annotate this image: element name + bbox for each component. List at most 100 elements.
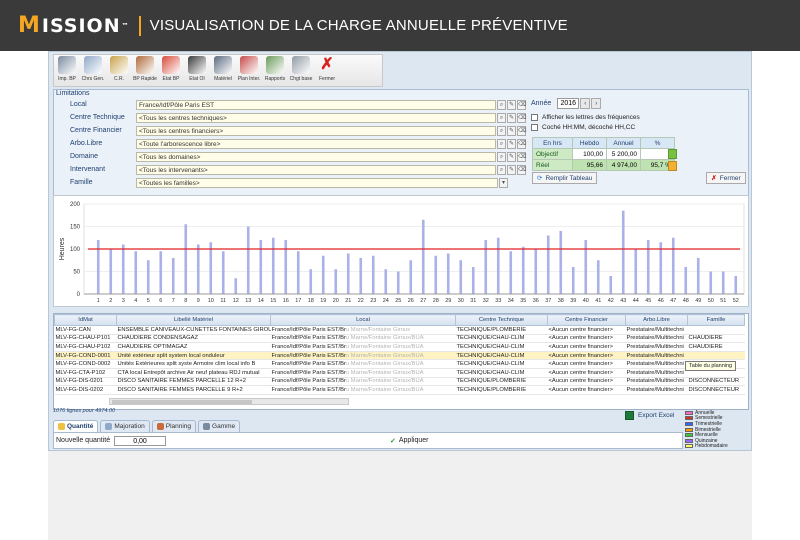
stats-reel-annuel: 4 974,00 [606, 159, 641, 171]
table-cell: France/Idf/Pôle Paris EST/Bru Marne/Font… [270, 351, 456, 361]
column-header[interactable]: Famille [687, 314, 745, 326]
column-header[interactable]: Local [270, 314, 456, 326]
annee-decrement-button[interactable]: ‹ [580, 98, 591, 109]
table-row[interactable]: MLV-FG-CAN ENSEMBLE CANIVEAUX-CUNETTES FO… [54, 325, 745, 335]
filter-input[interactable]: <Toute l'arborescence libre> [136, 138, 496, 149]
table-row[interactable]: MLV-FG-DIS-0201 DISCO SANITAIRE FEMMES PA… [54, 377, 745, 387]
column-header[interactable]: Centre Financier [547, 314, 626, 326]
eraser-icon[interactable]: ⌫ [517, 164, 526, 175]
table-row[interactable]: MLV-FG-CHAU-P101 CHAUDIERE CONDENSAGAZ Fra… [54, 334, 745, 344]
tab-icon [105, 423, 113, 430]
edit-icon[interactable]: ✎ [507, 151, 516, 162]
remplir-tableau-button[interactable]: ⟳ Remplir Tableau [532, 172, 598, 184]
legend-swatch [685, 410, 693, 415]
reel-play-button[interactable] [668, 161, 677, 171]
x-tick-label: 18 [308, 298, 314, 304]
eraser-icon[interactable]: ⌫ [517, 138, 526, 149]
edit-icon[interactable]: ✎ [507, 164, 516, 175]
toolbar-button-plane[interactable]: Chrs Gen. [80, 55, 106, 86]
toolbar-button-edit[interactable]: C.R. [106, 55, 132, 86]
table-cell: France/Idf/Pôle Paris EST/Bru Marne/Font… [270, 385, 456, 395]
eraser-icon[interactable]: ⌫ [517, 99, 526, 110]
checkbox-frequences-box[interactable] [531, 114, 538, 121]
filter-input[interactable]: <Tous les centres financiers> [136, 125, 496, 136]
appliquer-button[interactable]: ✓ Appliquer [390, 437, 428, 445]
eraser-icon[interactable]: ⌫ [517, 112, 526, 123]
edit-icon[interactable]: ✎ [507, 112, 516, 123]
table-cell: MLV-FG-DIS-0201 [54, 377, 117, 387]
checkbox-hhmm[interactable]: Coché HH:MM, décoché HH,CC [531, 124, 635, 131]
stats-objectif-hebdo[interactable]: 100,00 [572, 148, 607, 160]
tab-quantit-[interactable]: Quantité [53, 420, 99, 432]
search-icon[interactable]: ⌕ [497, 164, 506, 175]
column-header[interactable]: Arbo.Libre [625, 314, 688, 326]
nouvelle-quantite-input[interactable]: 0,00 [114, 435, 166, 446]
tab-gamme[interactable]: Gamme [198, 420, 241, 432]
search-icon[interactable]: ⌕ [497, 151, 506, 162]
toolbar-button-reports[interactable]: Rapports [262, 55, 288, 86]
table-horizontal-scrollbar[interactable] [109, 398, 349, 405]
limitations-title: Limitations [56, 90, 90, 97]
toolbar-button-printer[interactable]: Imp. BP [54, 55, 80, 86]
filter-input[interactable]: <Toutes les familles> [136, 177, 498, 188]
chevron-down-icon[interactable]: ▾ [499, 177, 508, 188]
toolbar-button-calendar[interactable]: Plan Inter. [236, 55, 262, 86]
column-header[interactable]: Libellé Matériel [116, 314, 271, 326]
table-cell: Prestataire/Multitechni [625, 385, 688, 395]
table-row[interactable]: MLV-FG-CTA-P102 CTA local Entrepôt archiv… [54, 368, 745, 378]
checkbox-frequences[interactable]: Afficher les lettres des fréquences [531, 114, 640, 121]
toolbar-button-label: Chgt base [289, 76, 313, 82]
toolbar-button-label: Chrs Gen. [81, 76, 105, 82]
fermer-button[interactable]: ✗ Fermer [706, 172, 746, 184]
scrollbar-thumb[interactable] [112, 400, 252, 404]
filter-input[interactable]: <Tous les centres techniques> [136, 112, 496, 123]
edit-icon[interactable]: ✎ [507, 138, 516, 149]
search-icon[interactable]: ⌕ [497, 112, 506, 123]
x-tick-label: 22 [358, 298, 364, 304]
filter-label: Local [70, 101, 87, 108]
search-icon[interactable]: ⌕ [497, 138, 506, 149]
filter-input[interactable]: <Tous les intervenants> [136, 164, 496, 175]
toolbar-button-gears[interactable]: Matériel [210, 55, 236, 86]
stats-table: En hrs Hebdo Annuel % Objectif 100,00 5 … [532, 137, 675, 171]
export-excel-button[interactable]: Export Excel [625, 410, 675, 421]
toolbar-button-key[interactable]: Chgt base [288, 55, 314, 86]
tab-majoration[interactable]: Majoration [100, 420, 150, 432]
column-header[interactable]: Centre Technique [455, 314, 548, 326]
chart-bar [634, 249, 638, 294]
chart-bar [646, 240, 650, 294]
chart-bar [684, 267, 688, 294]
edit-icon[interactable]: ✎ [507, 99, 516, 110]
chart-bar [184, 224, 188, 294]
table-row[interactable]: MLV-FG-COND-0001 Unité extérieur split sy… [54, 351, 745, 361]
annee-input[interactable]: 2016 [557, 98, 580, 109]
legend-swatch [685, 444, 693, 449]
toolbar-button-close[interactable]: ✗ Fermer [314, 55, 340, 86]
table-cell: MLV-FG-COND-0002 [54, 359, 117, 369]
table-row[interactable]: MLV-FG-CHAU-P102 CHAUDIERE OPTIMAGAZ Franc… [54, 342, 745, 352]
x-tick-label: 3 [122, 298, 125, 304]
filter-input[interactable]: France/Idf/Pôle Paris EST [136, 99, 496, 110]
objectif-play-button[interactable] [668, 149, 677, 159]
x-tick-label: 46 [658, 298, 664, 304]
filter-label: Centre Financier [70, 127, 122, 134]
search-icon[interactable]: ⌕ [497, 99, 506, 110]
annee-increment-button[interactable]: › [591, 98, 602, 109]
table-row[interactable]: MLV-FG-DIS-0202 DISCO SANITAIRE FEMMES PA… [54, 385, 745, 395]
toolbar-button-traffic-light[interactable]: Etat OI [184, 55, 210, 86]
x-tick-label: 9 [197, 298, 200, 304]
toolbar-button-cubes[interactable]: Etat BP [158, 55, 184, 86]
eraser-icon[interactable]: ⌫ [517, 125, 526, 136]
edit-icon[interactable]: ✎ [507, 125, 516, 136]
x-tick-label: 2 [109, 298, 112, 304]
toolbar-button-pen[interactable]: BP Rapide [132, 55, 158, 86]
eraser-icon[interactable]: ⌫ [517, 151, 526, 162]
column-header[interactable]: IdMat [54, 314, 117, 326]
table-row[interactable]: MLV-FG-COND-0002 Unités Extérieures split… [54, 359, 745, 369]
x-tick-label: 38 [558, 298, 564, 304]
search-icon[interactable]: ⌕ [497, 125, 506, 136]
filter-input[interactable]: <Tous les domaines> [136, 151, 496, 162]
toolbar-button-label: C.R. [114, 76, 124, 82]
tab-planning[interactable]: Planning [151, 420, 197, 432]
checkbox-hhmm-box[interactable] [531, 124, 538, 131]
